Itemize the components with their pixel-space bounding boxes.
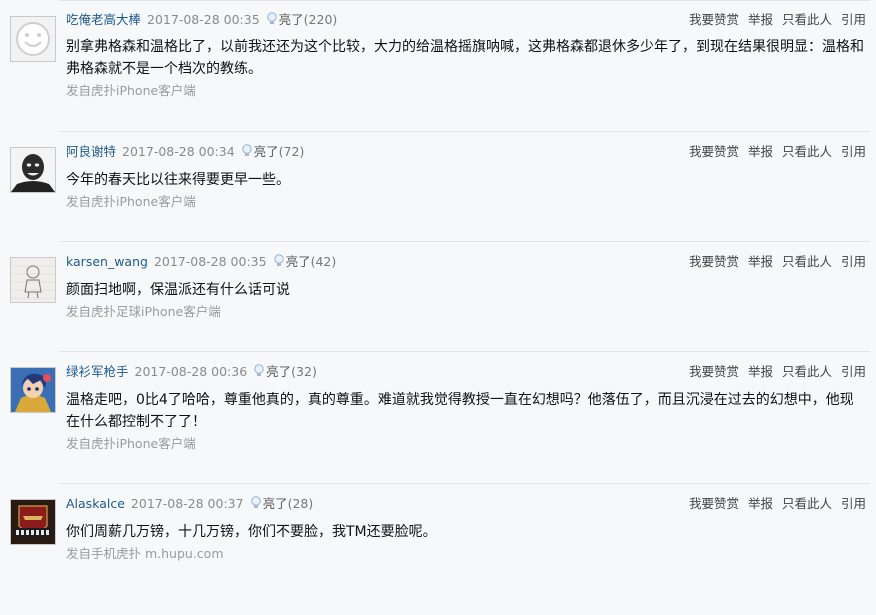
comment-meta: 吃俺老高大棒 2017-08-28 00:35 亮了(220) (66, 11, 337, 29)
comment-meta: karsen_wang 2017-08-28 00:35 亮了(42) (66, 253, 336, 271)
lightbulb-icon (254, 364, 264, 376)
comment-actions: 我要赞赏 举报 只看此人 引用 (680, 11, 866, 29)
comment-divider (60, 0, 870, 1)
comment-divider (60, 351, 870, 352)
light-label: 亮了 (253, 144, 279, 159)
light-count: (42) (310, 254, 337, 269)
report-button[interactable]: 举报 (748, 254, 773, 269)
lightbulb-icon (273, 254, 284, 266)
light-label: 亮了 (278, 12, 304, 27)
lightbulb-icon (241, 144, 252, 156)
post-time: 2017-08-28 00:35 (147, 12, 260, 27)
comment-text: 颜面扫地啊，保温派还有什么话可说 (66, 282, 290, 298)
light-label: 亮了 (266, 364, 292, 379)
comment-divider (60, 131, 870, 132)
report-button[interactable]: 举报 (748, 144, 773, 159)
username-link[interactable]: 吃俺老高大棒 (66, 12, 141, 27)
quote-button[interactable]: 引用 (841, 364, 866, 379)
post-time: 2017-08-28 00:35 (153, 254, 267, 269)
quote-button[interactable]: 引用 (841, 496, 866, 511)
report-button[interactable]: 举报 (748, 12, 773, 27)
portrait-icon[interactable] (10, 147, 56, 193)
light-button[interactable]: 亮了(220) (266, 12, 338, 27)
comment-actions: 我要赞赏 举报 只看此人 引用 (680, 495, 866, 513)
light-button[interactable]: 亮了(72) (241, 144, 305, 159)
comment-meta: 阿良谢特 2017-08-28 00:34 亮了(72) (66, 143, 304, 161)
light-count: (72) (278, 144, 305, 159)
reward-button[interactable]: 我要赞赏 (689, 144, 739, 159)
comment-source: 发自手机虎扑 m.hupu.com (66, 546, 224, 561)
light-label: 亮了 (285, 254, 311, 269)
lightbulb-icon (250, 496, 261, 508)
reward-button[interactable]: 我要赞赏 (689, 12, 739, 27)
only-this-user-button[interactable]: 只看此人 (782, 144, 832, 159)
post-time: 2017-08-28 00:37 (130, 496, 244, 511)
comment-text: 今年的春天比以往来得要更早一些。 (66, 172, 290, 188)
comment-text: 别拿弗格森和温格比了，以前我还还为这个比较，大力的给温格摇旗呐喊，这弗格森都退休… (66, 39, 864, 77)
post-time: 2017-08-28 00:34 (122, 144, 235, 159)
reward-button[interactable]: 我要赞赏 (689, 254, 739, 269)
reward-button[interactable]: 我要赞赏 (689, 364, 739, 379)
comment-text: 温格走吧，0比4了哈哈，尊重他真的，真的尊重。难道就我觉得教授一直在幻想吗？他落… (66, 392, 854, 430)
light-count: (220) (303, 12, 338, 27)
reward-button[interactable]: 我要赞赏 (689, 496, 739, 511)
username-link[interactable]: 阿良谢特 (66, 144, 116, 159)
only-this-user-button[interactable]: 只看此人 (782, 254, 832, 269)
comment-source: 发自虎扑足球iPhone客户端 (66, 304, 221, 319)
light-label: 亮了 (262, 496, 288, 511)
username-link[interactable]: Alaskalce (66, 496, 125, 511)
quote-button[interactable]: 引用 (841, 12, 866, 27)
comment-actions: 我要赞赏 举报 只看此人 引用 (680, 143, 866, 161)
username-link[interactable]: 绿衫军枪手 (66, 364, 129, 379)
comment-item: Alaskalce 2017-08-28 00:37 亮了(28) 我要赞赏 举报 只看… (0, 483, 876, 615)
comment-meta: Alaskalce 2017-08-28 00:37 亮了(28) (66, 495, 313, 513)
light-count: (28) (287, 496, 314, 511)
comment-divider (60, 483, 870, 484)
comment-source: 发自虎扑iPhone客户端 (66, 436, 196, 451)
post-time: 2017-08-28 00:36 (134, 364, 248, 379)
smiley-face-icon[interactable] (10, 16, 56, 62)
quote-button[interactable]: 引用 (841, 254, 866, 269)
lightbulb-icon (266, 12, 277, 24)
comment-list: 吃俺老高大棒 2017-08-28 00:35 亮了(220) 我要赞赏 举报 只看此人… (0, 0, 876, 593)
quote-button[interactable]: 引用 (841, 144, 866, 159)
anime-character-icon[interactable] (10, 367, 56, 413)
only-this-user-button[interactable]: 只看此人 (782, 364, 832, 379)
comment-source: 发自虎扑iPhone客户端 (66, 194, 196, 209)
report-button[interactable]: 举报 (748, 364, 773, 379)
only-this-user-button[interactable]: 只看此人 (782, 496, 832, 511)
sketch-doodle-icon[interactable] (10, 257, 56, 303)
report-button[interactable]: 举报 (748, 496, 773, 511)
comment-divider (60, 241, 870, 242)
comment-text: 你们周薪几万镑，十几万镑，你们不要脸，我TM还要脸呢。 (66, 524, 437, 540)
comment-source: 发自虎扑iPhone客户端 (66, 83, 196, 98)
light-button[interactable]: 亮了(28) (250, 496, 314, 511)
username-link[interactable]: karsen_wang (66, 254, 148, 269)
light-button[interactable]: 亮了(42) (273, 254, 337, 269)
comment-item: 吃俺老高大棒 2017-08-28 00:35 亮了(220) 我要赞赏 举报 只看此人… (0, 0, 876, 132)
comment-actions: 我要赞赏 举报 只看此人 引用 (680, 363, 866, 381)
comment-meta: 绿衫军枪手 2017-08-28 00:36 亮了(32) (66, 363, 317, 381)
comment-item: 绿衫军枪手 2017-08-28 00:36 亮了(32) 我要赞赏 举报 只看此人 引用… (0, 351, 876, 483)
light-count: (32) (291, 364, 317, 379)
comment-actions: 我要赞赏 举报 只看此人 引用 (680, 253, 866, 271)
gunners-badge-icon[interactable] (10, 499, 56, 545)
light-button[interactable]: 亮了(32) (253, 364, 317, 379)
only-this-user-button[interactable]: 只看此人 (782, 12, 832, 27)
